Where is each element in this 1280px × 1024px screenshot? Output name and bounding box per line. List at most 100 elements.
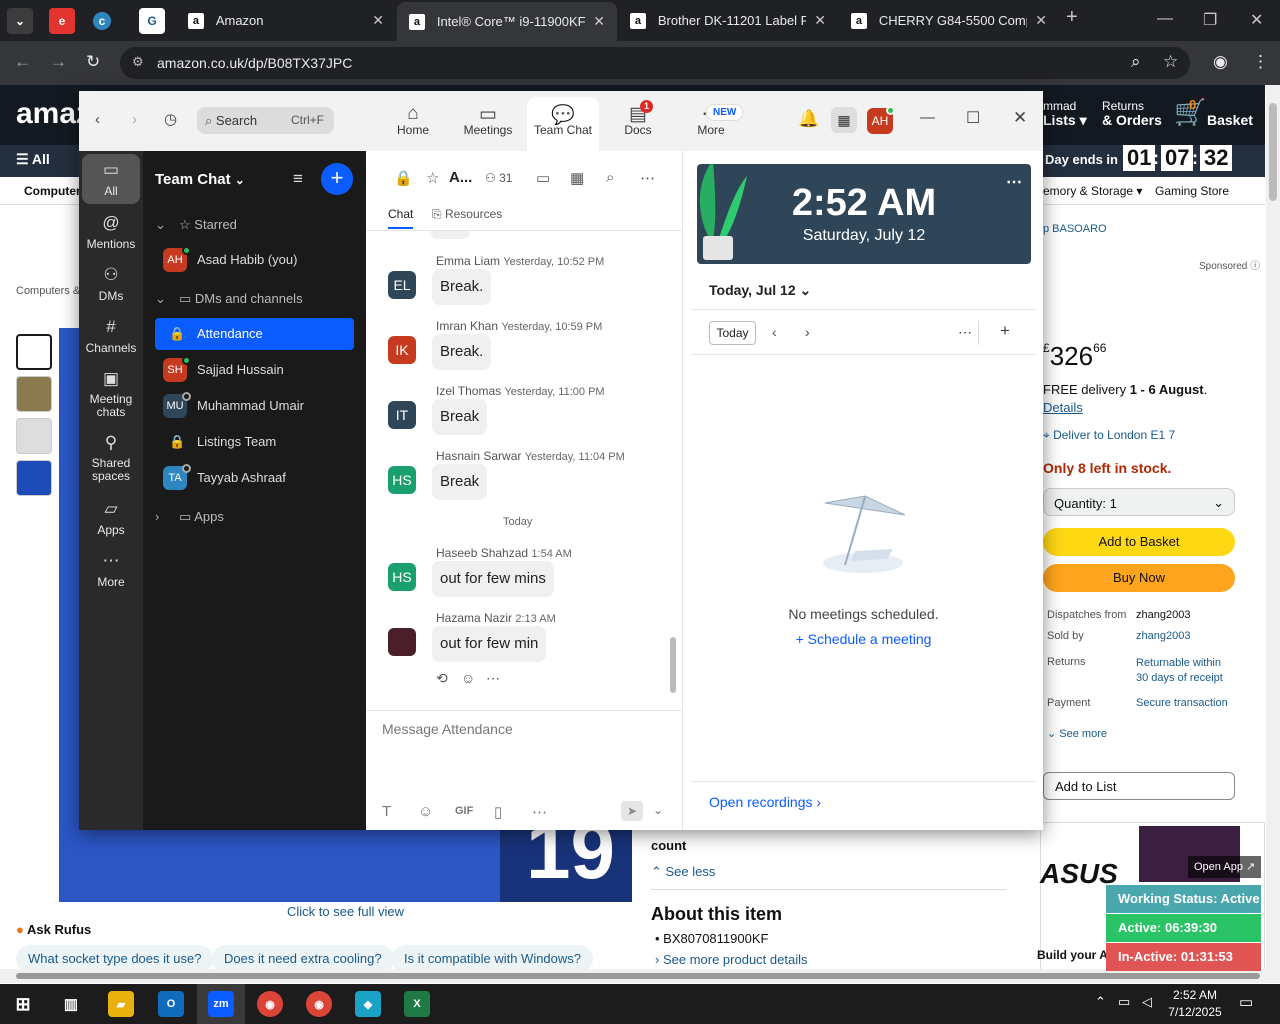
minimize-icon[interactable]: — [1157,10,1173,28]
bell-icon[interactable]: 🔔 [798,109,819,129]
add-event-icon[interactable]: + [1000,321,1010,341]
returns-policy-link[interactable]: Returnable within 30 days of receipt [1136,656,1236,686]
all-menu-button[interactable]: ☰ All [16,151,50,168]
more-options-icon[interactable]: ⋯ [640,169,655,187]
calendar-options-icon[interactable]: ⋯ [958,324,972,341]
see-less-link[interactable]: ⌃ See less [651,864,715,880]
taskbar-clock[interactable]: 2:52 AM 7/12/2025 [1150,987,1240,1021]
nav-meetings[interactable]: ▭ Meetings [452,97,524,151]
zoom-icon[interactable]: zm [208,991,234,1017]
buy-now-button[interactable]: Buy Now [1043,564,1235,592]
gif-button[interactable]: GIF [455,805,473,817]
send-icon[interactable]: ➤ [621,801,643,821]
maximize-icon[interactable]: ☐ [966,108,980,128]
author-name[interactable]: Imran Khan [436,319,498,333]
site-info-icon[interactable]: ⚙ [132,54,144,70]
minimize-icon[interactable]: — [920,109,935,126]
account-label[interactable]: mmad [1043,99,1076,113]
message-bubble[interactable]: Break. [432,334,492,370]
tray-chevron-icon[interactable]: ⌃ [1095,994,1106,1010]
section-apps[interactable]: › ▭ Apps [155,509,224,525]
tab-cherry[interactable]: a CHERRY G84-5500 Compact ✕ [839,0,1059,41]
lists-link[interactable]: Lists ▾ [1043,112,1087,129]
author-name[interactable]: Izel Thomas [436,384,501,398]
rail-channels[interactable]: # Channels [82,317,140,355]
rail-all[interactable]: ▭ All [82,154,140,204]
app-icon[interactable]: ◆ [355,991,381,1017]
avatar[interactable]: IT [388,401,416,429]
prev-day-icon[interactable]: ‹ [772,324,777,340]
excel-icon[interactable]: X [404,991,430,1017]
sidebar-item-listings[interactable]: 🔒 Listings Team [155,426,354,458]
forward-icon[interactable]: › [132,111,137,128]
nav-gaming[interactable]: Gaming Store [1155,184,1229,198]
today-button[interactable]: Today [709,321,756,345]
nav-team-chat[interactable]: 💬 Team Chat [527,97,599,151]
product-thumbnail[interactable] [16,460,52,496]
returns-label[interactable]: Returns [1102,99,1144,113]
forward-icon[interactable]: → [50,52,67,72]
new-tab-icon[interactable]: + [1066,6,1078,29]
rail-meeting-chats[interactable]: ▣ Meeting chats [82,369,140,419]
nav-home[interactable]: ⌂ Home [377,97,449,151]
ad-title[interactable]: Build your A [1037,948,1108,962]
close-icon[interactable]: ✕ [1013,108,1027,128]
details-link[interactable]: Details [1043,400,1083,415]
sidebar-item-sajjad[interactable]: SH Sajjad Hussain [155,354,354,386]
reply-icon[interactable]: ⟲ [436,670,448,687]
chat-scrollbar[interactable] [670,637,676,693]
avatar[interactable]: HS [388,466,416,494]
search-icon[interactable]: ⌕ [606,169,614,186]
sidebar-item-me[interactable]: AH Asad Habib (you) [155,244,354,276]
tab-resources[interactable]: ⎘ Resources [432,207,502,222]
card-options-icon[interactable]: ⋯ [1006,172,1022,192]
message-bubble[interactable]: Break [432,464,488,500]
windows-start-icon[interactable]: ⊞ [10,991,36,1017]
product-thumbnail[interactable] [16,334,52,370]
zoom-search-icon[interactable]: ⌕ [1131,52,1141,72]
new-chat-button[interactable]: + [321,163,353,195]
page-vertical-scrollbar[interactable] [1266,85,1280,983]
bookmark-star-icon[interactable]: ☆ [1163,52,1178,72]
payment-link[interactable]: Secure transaction [1136,697,1228,709]
rail-dms[interactable]: ⚇ DMs [82,265,140,303]
calendar-icon[interactable]: ▦ [570,169,584,187]
filter-icon[interactable]: ≡ [293,169,303,189]
seller-link[interactable]: zhang2003 [1136,630,1190,642]
video-icon[interactable]: ▭ [536,169,550,187]
text-format-icon[interactable]: T [382,803,391,820]
avatar[interactable] [388,628,416,656]
chrome-icon[interactable]: ◉ [257,991,283,1017]
nav-computers[interactable]: Computers [24,184,87,198]
quantity-select[interactable]: Quantity: 1 ⌄ [1043,488,1235,516]
add-to-basket-button[interactable]: Add to Basket [1043,528,1235,556]
author-name[interactable]: Haseeb Shahzad [436,546,528,560]
close-tab-icon[interactable]: ✕ [593,13,605,30]
member-count[interactable]: ⚇ 31 [485,171,512,185]
more-actions-icon[interactable]: ⋯ [486,670,500,687]
sidebar-item-umair[interactable]: MU Muhammad Umair [155,390,354,422]
nav-docs[interactable]: ▤ Docs [602,97,674,151]
emoji-reaction-icon[interactable]: ☺ [461,670,475,686]
deliver-to-link[interactable]: ⌖ Deliver to London E1 7 [1043,428,1175,443]
more-tools-icon[interactable]: ⋯ [532,803,547,821]
extension-icon-3[interactable]: G [139,8,165,34]
product-thumbnail[interactable] [16,418,52,454]
message-bubble[interactable]: out for few mins [432,561,554,597]
calendar-icon[interactable]: ▦ [831,107,857,133]
sidebar-title[interactable]: Team Chat ⌄ [155,171,245,188]
avatar[interactable]: IK [388,336,416,364]
section-dms[interactable]: ⌄ ▭ DMs and channels [155,291,303,307]
product-thumbnail[interactable] [16,376,52,412]
back-icon[interactable]: ← [14,52,31,72]
star-icon[interactable]: ☆ [426,169,439,187]
message-input[interactable]: Message Attendance [382,721,513,737]
brand-link[interactable]: p BASOARO [1043,223,1107,235]
orders-link[interactable]: & Orders [1102,112,1162,128]
chrome-icon[interactable]: ◉ [306,991,332,1017]
task-view-icon[interactable]: ▥ [58,991,84,1017]
message-bubble[interactable]: Break [432,399,488,435]
see-details-link[interactable]: › See more product details [655,952,807,967]
emoji-icon[interactable]: ☺ [418,803,433,820]
back-icon[interactable]: ‹ [95,111,100,128]
